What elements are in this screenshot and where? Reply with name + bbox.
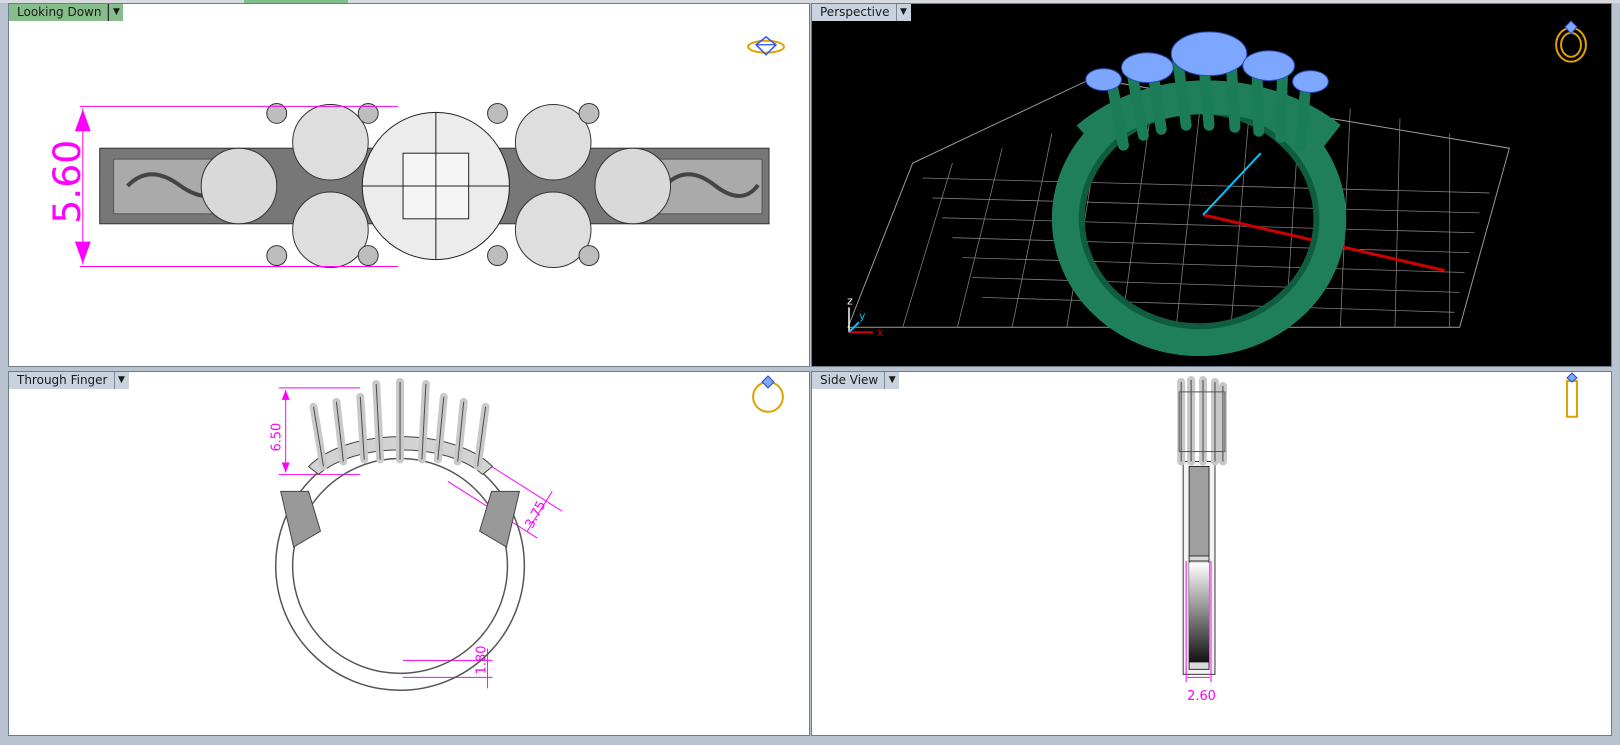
looking-down-scene: 5.60	[45, 35, 785, 269]
cad-app: Looking Down ▼ 5.60 Perspective ▼ z y x …	[0, 0, 1620, 745]
viewport-label-through-finger[interactable]: Through Finger ▼	[9, 372, 129, 389]
viewport-label-side-view[interactable]: Side View ▼	[812, 372, 900, 389]
ring-top-icon[interactable]	[747, 35, 785, 56]
viewport-title: Through Finger	[9, 372, 115, 389]
viewport-dropdown-icon[interactable]: ▼	[108, 4, 124, 21]
perspective-scene: z y x	[847, 20, 1587, 357]
side-view-scene: 2.60	[1177, 372, 1578, 704]
viewport-label-looking-down[interactable]: Looking Down ▼	[9, 4, 124, 21]
viewport-side-view[interactable]: Side View ▼ 2.60	[811, 371, 1612, 736]
viewport-looking-down[interactable]: Looking Down ▼ 5.60	[8, 3, 810, 367]
viewport-dropdown-icon[interactable]: ▼	[885, 372, 900, 389]
ring-side-icon[interactable]	[1566, 372, 1578, 418]
viewport-through-finger[interactable]: Through Finger ▼ 6.50 3.75 1.80	[8, 371, 810, 736]
dimension-label-side-width: 2.60	[1187, 689, 1216, 704]
viewport-perspective[interactable]: Perspective ▼ z y x	[811, 3, 1612, 367]
viewport-label-perspective[interactable]: Perspective ▼	[812, 4, 911, 21]
ring-front-icon[interactable]	[752, 375, 784, 413]
ring-perspective-icon[interactable]	[1555, 20, 1587, 63]
dimension-label-finger-side: 3.75	[523, 499, 550, 531]
dimension-label-finger-height: 6.50	[270, 423, 285, 452]
viewport-dropdown-icon[interactable]: ▼	[114, 372, 129, 389]
axis-z-label: z	[847, 294, 853, 307]
dimension-label-top-height: 5.60	[45, 140, 89, 224]
axis-y-label: y	[859, 309, 866, 322]
viewport-title: Perspective	[812, 4, 897, 21]
viewport-title: Looking Down	[9, 4, 109, 21]
viewport-title: Side View	[812, 372, 886, 389]
viewport-dropdown-icon[interactable]: ▼	[896, 4, 911, 21]
through-finger-scene: 6.50 3.75 1.80	[270, 375, 784, 691]
axis-x-label: x	[877, 326, 884, 339]
